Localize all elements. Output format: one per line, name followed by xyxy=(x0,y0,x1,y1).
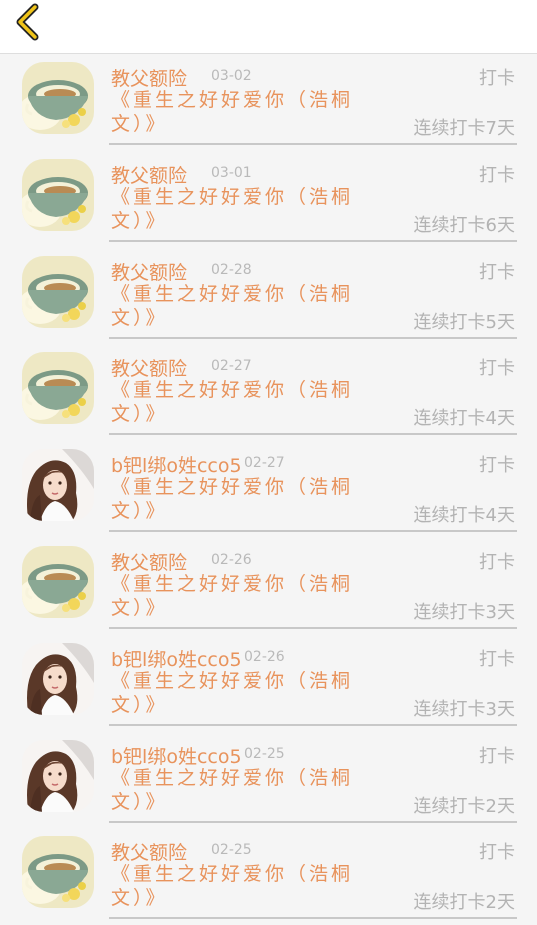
top-bar xyxy=(0,0,537,54)
checkin-date: 02-26 xyxy=(244,648,285,665)
checkin-date: 02-26 xyxy=(211,551,252,568)
book-title[interactable]: 《重生之好好爱你（浩桐文）》 xyxy=(111,862,361,910)
book-title[interactable]: 《重生之好好爱你（浩桐文）》 xyxy=(111,475,361,523)
book-title[interactable]: 《重生之好好爱你（浩桐文）》 xyxy=(111,669,361,717)
list-item-content: 教父额险 03-01 打卡 《重生之好好爱你（浩桐文）》 连续打卡6天 xyxy=(109,151,517,242)
checkin-label: 打卡 xyxy=(479,68,515,89)
streak-count: 连续打卡3天 xyxy=(413,698,515,720)
streak-count: 连续打卡2天 xyxy=(413,892,515,914)
streak-count: 连续打卡6天 xyxy=(413,214,515,236)
book-title[interactable]: 《重生之好好爱你（浩桐文）》 xyxy=(111,185,361,233)
checkin-label: 打卡 xyxy=(479,261,515,283)
list-item[interactable]: 教父额险 02-27 打卡 《重生之好好爱你（浩桐文）》 连续打卡4天 xyxy=(0,344,537,441)
book-title[interactable]: 《重生之好好爱你（浩桐文）》 xyxy=(111,282,361,330)
checkin-label: 打卡 xyxy=(479,551,515,573)
list-item-content: b钯l绑o姓cco5 02-25 打卡 《重生之好好爱你（浩桐文）》 连续打卡2… xyxy=(109,732,517,823)
checkin-label: 打卡 xyxy=(479,455,515,477)
avatar[interactable] xyxy=(22,158,94,231)
checkin-date: 02-27 xyxy=(211,358,252,375)
checkin-date: 02-25 xyxy=(244,745,285,762)
streak-count: 连续打卡3天 xyxy=(413,601,515,623)
avatar[interactable] xyxy=(22,449,94,522)
user-name[interactable]: 教父额险 xyxy=(111,354,187,381)
streak-count: 连续打卡5天 xyxy=(413,311,515,333)
checkin-label: 打卡 xyxy=(479,648,515,670)
streak-count: 连续打卡4天 xyxy=(413,505,515,527)
user-name[interactable]: 教父额险 xyxy=(111,258,187,285)
user-name[interactable]: b钯l绑o姓cco5 xyxy=(111,451,242,478)
list-item-content: b钯l绑o姓cco5 02-27 打卡 《重生之好好爱你（浩桐文）》 连续打卡4… xyxy=(109,441,517,533)
checkin-date: 03-01 xyxy=(211,164,252,181)
list-item[interactable]: b钯l绑o姓cco5 02-25 打卡 《重生之好好爱你（浩桐文）》 连续打卡2… xyxy=(0,732,537,829)
list-item[interactable]: 教父额险 02-28 打卡 《重生之好好爱你（浩桐文）》 连续打卡5天 xyxy=(0,248,537,345)
checkin-label: 打卡 xyxy=(479,164,515,186)
streak-count: 连续打卡2天 xyxy=(413,795,515,817)
list-item[interactable]: b钯l绑o姓cco5 02-27 打卡 《重生之好好爱你（浩桐文）》 连续打卡4… xyxy=(0,441,537,538)
list-item[interactable]: 教父额险 02-26 打卡 《重生之好好爱你（浩桐文）》 连续打卡3天 xyxy=(0,538,537,635)
user-name[interactable]: 教父额险 xyxy=(111,548,187,575)
list-item[interactable]: b钯l绑o姓cco5 02-26 打卡 《重生之好好爱你（浩桐文）》 连续打卡3… xyxy=(0,635,537,732)
girl-portrait-image xyxy=(22,449,94,522)
list-item[interactable]: 教父额险 03-01 打卡 《重生之好好爱你（浩桐文）》 连续打卡6天 xyxy=(0,151,537,248)
user-name[interactable]: 教父额险 xyxy=(111,161,187,188)
checkin-label: 打卡 xyxy=(479,358,515,380)
avatar[interactable] xyxy=(22,352,94,425)
teacup-image xyxy=(22,62,94,134)
book-title[interactable]: 《重生之好好爱你（浩桐文）》 xyxy=(111,572,361,620)
list-item[interactable]: 教父额险 02-25 打卡 《重生之好好爱你（浩桐文）》 连续打卡2天 xyxy=(0,828,537,925)
checkin-date: 02-28 xyxy=(211,261,252,278)
streak-count: 连续打卡4天 xyxy=(413,408,515,430)
streak-count: 连续打卡7天 xyxy=(413,118,515,139)
checkin-label: 打卡 xyxy=(479,842,515,864)
list-item-content: b钯l绑o姓cco5 02-26 打卡 《重生之好好爱你（浩桐文）》 连续打卡3… xyxy=(109,635,517,726)
list-item-content: 教父额险 02-26 打卡 《重生之好好爱你（浩桐文）》 连续打卡3天 xyxy=(109,538,517,629)
checkin-label: 打卡 xyxy=(479,745,515,767)
avatar[interactable] xyxy=(22,739,94,812)
book-title[interactable]: 《重生之好好爱你（浩桐文）》 xyxy=(111,766,361,814)
list-item-content: 教父额险 02-25 打卡 《重生之好好爱你（浩桐文）》 连续打卡2天 xyxy=(109,828,517,920)
avatar[interactable] xyxy=(22,836,94,909)
user-name[interactable]: 教父额险 xyxy=(111,838,187,865)
teacup-image xyxy=(22,545,94,618)
list-item-content: 教父额险 02-28 打卡 《重生之好好爱你（浩桐文）》 连续打卡5天 xyxy=(109,248,517,339)
teacup-image xyxy=(22,255,94,328)
checkin-date: 03-02 xyxy=(211,68,252,84)
avatar[interactable] xyxy=(22,642,94,715)
teacup-image xyxy=(22,352,94,425)
list-item-content: 教父额险 03-02 打卡 《重生之好好爱你（浩桐文）》 连续打卡7天 xyxy=(109,54,517,145)
list-item-content: 教父额险 02-27 打卡 《重生之好好爱你（浩桐文）》 连续打卡4天 xyxy=(109,344,517,436)
avatar[interactable] xyxy=(22,545,94,618)
checkin-date: 02-27 xyxy=(244,455,285,472)
girl-portrait-image xyxy=(22,642,94,715)
teacup-image xyxy=(22,158,94,231)
user-name[interactable]: b钯l绑o姓cco5 xyxy=(111,645,242,672)
book-title[interactable]: 《重生之好好爱你（浩桐文）》 xyxy=(111,378,361,426)
avatar[interactable] xyxy=(22,255,94,328)
teacup-image xyxy=(22,836,94,909)
user-name[interactable]: 教父额险 xyxy=(111,64,187,91)
book-title[interactable]: 《重生之好好爱你（浩桐文）》 xyxy=(111,88,361,136)
chevron-left-icon[interactable] xyxy=(8,2,50,44)
avatar[interactable] xyxy=(22,62,94,134)
checkin-list: 教父额险 03-02 打卡 《重生之好好爱你（浩桐文）》 连续打卡7天 教父额险… xyxy=(0,54,537,925)
checkin-date: 02-25 xyxy=(211,842,252,859)
list-item[interactable]: 教父额险 03-02 打卡 《重生之好好爱你（浩桐文）》 连续打卡7天 xyxy=(0,54,537,151)
girl-portrait-image xyxy=(22,739,94,812)
user-name[interactable]: b钯l绑o姓cco5 xyxy=(111,742,242,769)
